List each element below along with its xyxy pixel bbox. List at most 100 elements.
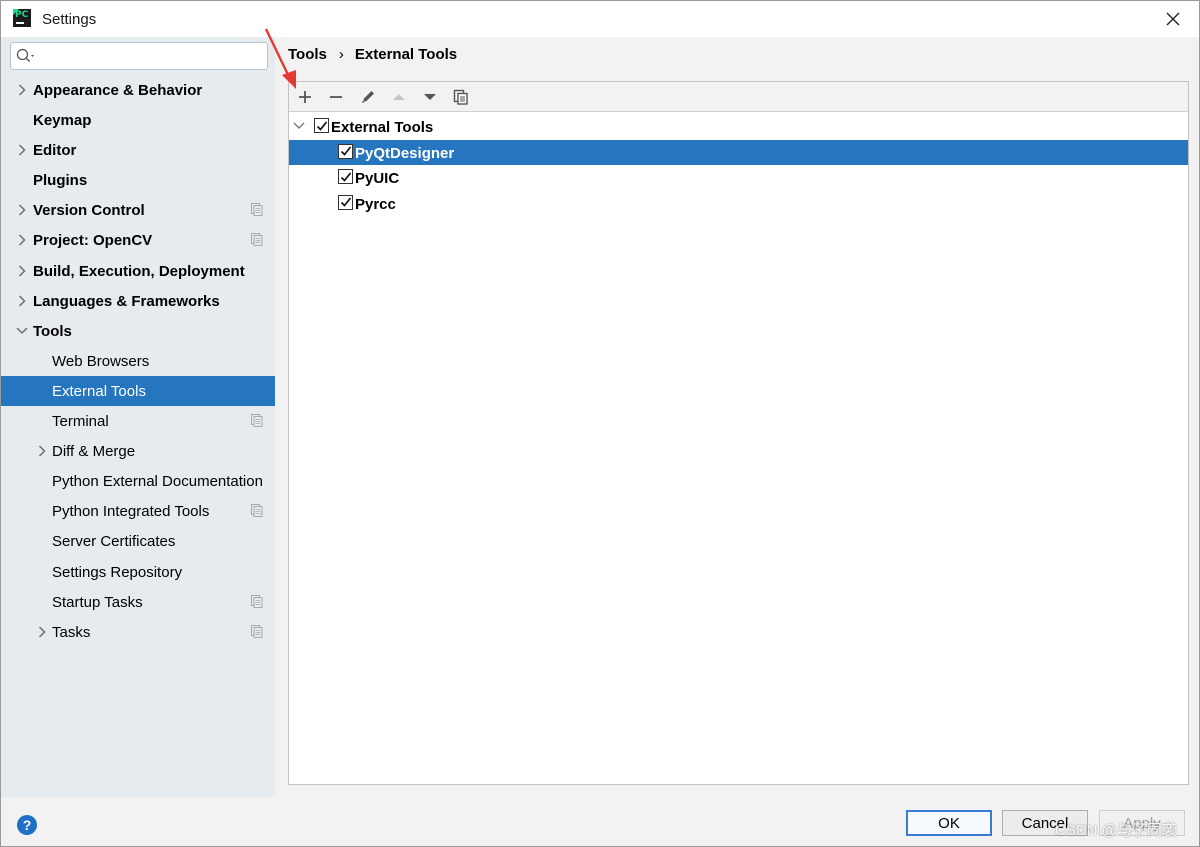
chevron-right-icon[interactable] <box>16 264 28 278</box>
edit-button[interactable] <box>357 86 379 108</box>
group-label: External Tools <box>331 119 434 136</box>
title-bar: PC Settings <box>1 1 1199 37</box>
close-icon <box>1166 12 1180 26</box>
checkmark-icon <box>340 146 351 156</box>
chevron-right-icon[interactable] <box>16 233 28 247</box>
ok-button[interactable]: OK <box>906 810 992 836</box>
help-icon: ? <box>22 817 32 833</box>
checkmark-icon <box>316 120 327 131</box>
sidebar-item-tools[interactable]: Tools <box>1 316 275 346</box>
sidebar-item-startup-tasks[interactable]: Startup Tasks <box>1 587 275 617</box>
sidebar-item-label: Plugins <box>33 172 88 190</box>
breadcrumb-current: External Tools <box>354 46 458 63</box>
sidebar-item-version-control[interactable]: Version Control <box>1 195 275 225</box>
sidebar-item-external-tools[interactable]: External Tools <box>1 375 275 407</box>
sidebar-item-keymap[interactable]: Keymap <box>1 105 275 135</box>
edit-icon <box>362 91 374 103</box>
tool-label: Pyrcc <box>355 195 396 213</box>
sidebar-item-label: External Tools <box>52 382 146 400</box>
settings-dialog: PC Settings Appearance & Behavior Keymap E… <box>0 0 1200 847</box>
move-down-icon <box>424 94 436 100</box>
sidebar-item-label: Tools <box>33 322 72 340</box>
sidebar-item-label: Version Control <box>33 202 145 220</box>
tool-label: PyUIC <box>355 170 400 187</box>
project-settings-icon <box>251 594 263 612</box>
project-settings-icon <box>251 414 263 431</box>
sidebar-item-terminal[interactable]: Terminal <box>1 406 275 436</box>
sidebar-item-label: Server Certificates <box>52 533 176 551</box>
sidebar-item-editor[interactable]: Editor <box>1 135 275 165</box>
tool-checkbox[interactable] <box>338 194 353 210</box>
sidebar-item-label: Diff & Merge <box>52 443 136 461</box>
watermark-text: CSDN @与子同袭 <box>1055 822 1177 839</box>
sidebar-item-label: Settings Repository <box>52 563 183 581</box>
sidebar-item-label: Python External Documentation <box>52 473 263 491</box>
tools-toolbar <box>289 82 1188 112</box>
sidebar-item-settings-repository[interactable]: Settings Repository <box>1 557 275 587</box>
breadcrumb: Tools › External Tools <box>288 46 457 63</box>
search-field[interactable] <box>10 42 268 70</box>
sidebar-item-label: Editor <box>33 142 77 160</box>
sidebar-item-label: Startup Tasks <box>52 593 143 611</box>
group-checkbox[interactable] <box>314 118 329 133</box>
sidebar-item-label: Appearance & Behavior <box>33 82 203 99</box>
copy-button[interactable] <box>450 86 472 108</box>
pycharm-logo-icon: PC <box>13 9 31 27</box>
sidebar-item-label: Build, Execution, Deployment <box>33 262 245 280</box>
window-title: Settings <box>42 11 97 28</box>
checkmark-icon <box>340 197 351 207</box>
sidebar-item-python-external-documentation[interactable]: Python External Documentation <box>1 466 275 496</box>
chevron-right-icon[interactable] <box>36 625 48 639</box>
tool-checkbox[interactable] <box>338 143 353 159</box>
project-settings-icon <box>251 504 263 521</box>
tool-label: PyQtDesigner <box>355 144 455 162</box>
sidebar-item-plugins[interactable]: Plugins <box>1 165 275 195</box>
sidebar-item-label: Project: OpenCV <box>33 232 153 250</box>
sidebar-item-label: Python Integrated Tools <box>52 503 210 521</box>
sidebar-item-server-certificates[interactable]: Server Certificates <box>1 526 275 556</box>
close-button[interactable] <box>1159 5 1187 33</box>
sidebar-item-label: Web Browsers <box>52 352 150 370</box>
tools-group-row[interactable]: External Tools <box>289 114 1188 140</box>
sidebar-item-project-opencv[interactable]: Project: OpenCV <box>1 225 275 255</box>
sidebar-item-label: Tasks <box>52 623 91 641</box>
remove-button[interactable] <box>325 86 347 108</box>
chevron-right-icon[interactable] <box>16 294 28 308</box>
chevron-down-icon[interactable] <box>293 122 305 130</box>
sidebar-item-python-integrated-tools[interactable]: Python Integrated Tools <box>1 496 275 526</box>
breadcrumb-separator: › <box>338 46 344 63</box>
external-tools-panel: External Tools PyQtDesigner PyUIC Pyrcc <box>288 81 1189 785</box>
remove-icon <box>330 96 342 98</box>
copy-icon <box>453 89 468 105</box>
external-tools-tree: External Tools PyQtDesigner PyUIC Pyrcc <box>289 114 1188 216</box>
settings-tree: Appearance & Behavior Keymap Editor Plugins… <box>1 75 275 647</box>
tool-row-pyqtdesigner[interactable]: PyQtDesigner <box>289 139 1188 165</box>
chevron-right-icon[interactable] <box>16 203 28 217</box>
project-settings-icon <box>251 233 263 250</box>
sidebar-item-web-browsers[interactable]: Web Browsers <box>1 346 275 376</box>
sidebar-item-label: Keymap <box>33 112 92 130</box>
sidebar-item-tasks[interactable]: Tasks <box>1 617 275 647</box>
sidebar-item-appearance-and-behavior[interactable]: Appearance & Behavior <box>1 75 275 105</box>
chevron-right-icon[interactable] <box>16 83 28 97</box>
search-icon <box>16 48 34 62</box>
sidebar-item-diff-and-merge[interactable]: Diff & Merge <box>1 436 275 466</box>
project-settings-icon <box>251 203 263 220</box>
tool-row-pyrcc[interactable]: Pyrcc <box>289 191 1188 217</box>
project-settings-icon <box>251 624 263 642</box>
move-up-icon <box>393 94 405 100</box>
move-down-button[interactable] <box>419 86 441 108</box>
settings-sidebar: Appearance & Behavior Keymap Editor Plugins… <box>1 37 275 797</box>
move-up-button[interactable] <box>388 86 410 108</box>
sidebar-item-label: Terminal <box>52 413 109 431</box>
checkmark-icon <box>340 171 351 182</box>
chevron-down-icon[interactable] <box>16 324 28 338</box>
chevron-right-icon[interactable] <box>16 143 28 157</box>
tool-checkbox[interactable] <box>338 169 353 184</box>
chevron-right-icon[interactable] <box>36 444 48 458</box>
tool-row-pyuic[interactable]: PyUIC <box>289 165 1188 191</box>
help-button[interactable]: ? <box>17 815 37 835</box>
sidebar-item-languages-and-frameworks[interactable]: Languages & Frameworks <box>1 286 275 316</box>
sidebar-item-label: Languages & Frameworks <box>33 292 220 310</box>
sidebar-item-build-execution-deployment[interactable]: Build, Execution, Deployment <box>1 256 275 286</box>
